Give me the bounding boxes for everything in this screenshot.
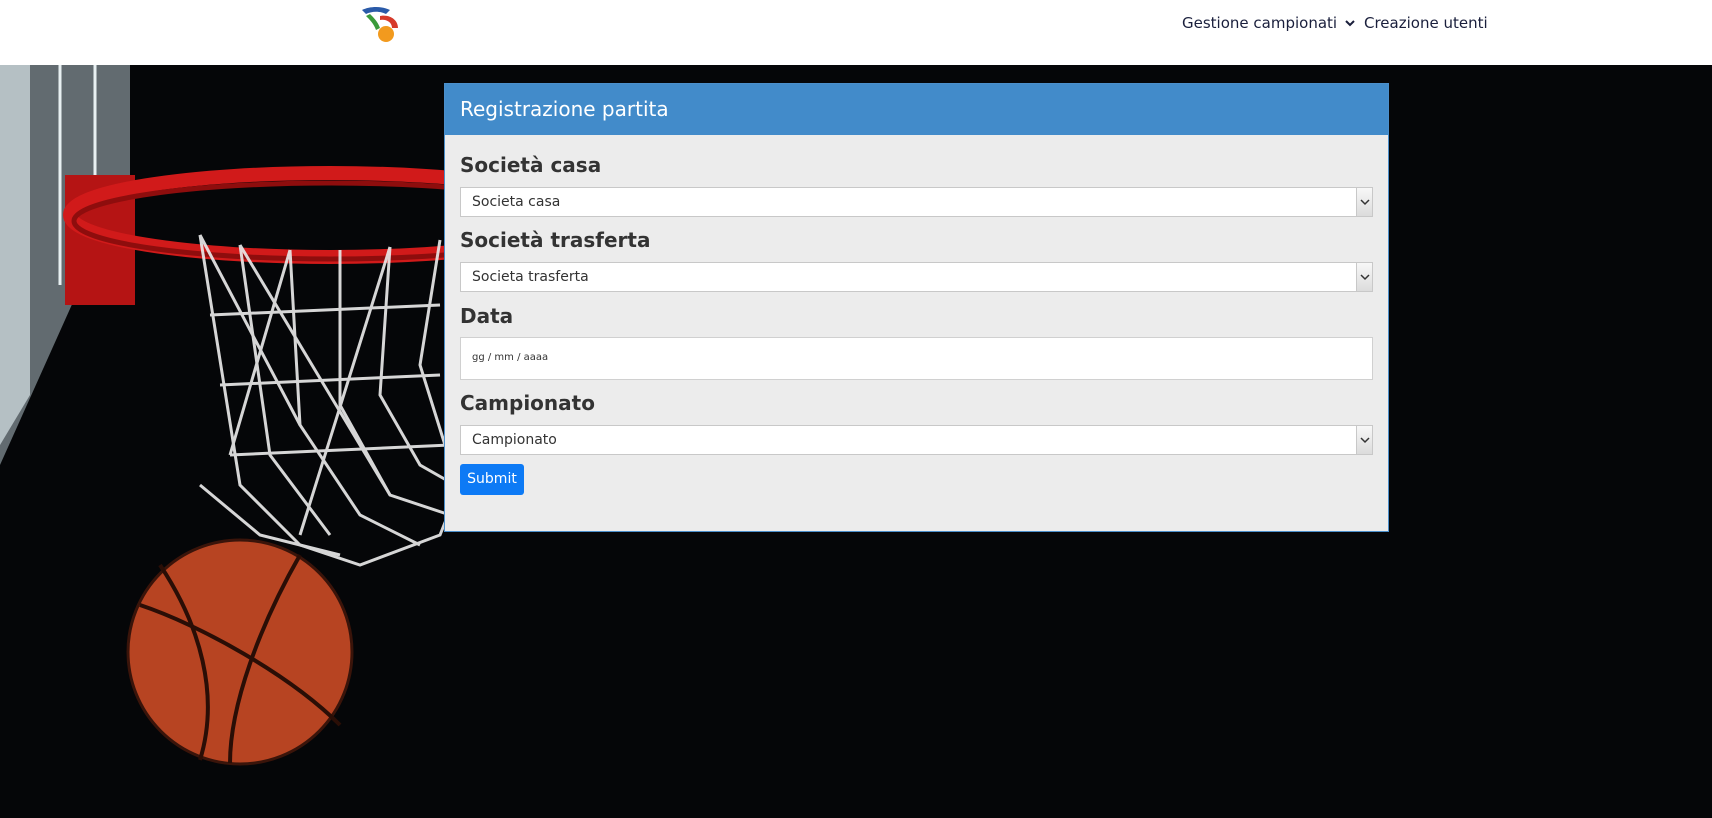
campionato-value: Campionato <box>472 432 557 448</box>
registrazione-partita-panel: Registrazione partita Società casa Socie… <box>444 83 1389 532</box>
panel-title: Registrazione partita <box>445 84 1388 135</box>
societa-trasferta-select[interactable]: Societa trasferta <box>460 262 1373 292</box>
data-placeholder: gg / mm / aaaa <box>472 352 549 363</box>
dropdown-arrow-icon <box>1356 426 1372 454</box>
submit-button[interactable]: Submit <box>460 464 524 495</box>
societa-casa-label: Società casa <box>460 153 602 177</box>
dropdown-arrow-icon <box>1356 263 1372 291</box>
nav-campionati-label: Gestione campionati <box>1182 14 1338 32</box>
nav-utenti-label: Creazione utenti <box>1364 14 1488 32</box>
societa-trasferta-value: Societa trasferta <box>472 269 589 285</box>
dropdown-arrow-icon <box>1356 188 1372 216</box>
campionato-select[interactable]: Campionato <box>460 425 1373 455</box>
data-input[interactable]: gg / mm / aaaa <box>460 337 1373 380</box>
nav-creazione-utenti[interactable]: Creazione utenti <box>1364 14 1488 32</box>
chevron-down-icon <box>1345 20 1355 27</box>
societa-casa-value: Societa casa <box>472 194 561 210</box>
nav-gestione-campionati[interactable]: Gestione campionati <box>1182 14 1355 32</box>
societa-casa-select[interactable]: Societa casa <box>460 187 1373 217</box>
societa-trasferta-label: Società trasferta <box>460 228 651 252</box>
campionato-label: Campionato <box>460 391 595 415</box>
top-navbar: Gestione campionati Creazione utenti <box>0 0 1712 65</box>
federation-logo[interactable] <box>360 4 404 44</box>
data-label: Data <box>460 304 514 328</box>
